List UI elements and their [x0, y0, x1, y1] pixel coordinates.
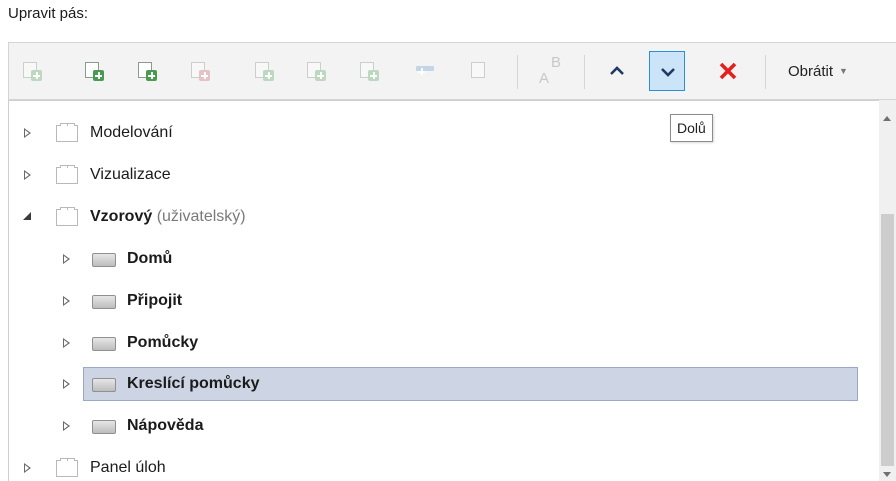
expand-arrow-icon[interactable] [63, 421, 70, 431]
chevron-up-icon [610, 66, 624, 75]
tree-item-label: Modelování [90, 124, 173, 141]
tree-item-modelovani[interactable]: Modelování [9, 116, 859, 150]
tab-type-suffix: (uživatelský) [156, 208, 246, 225]
move-down-button[interactable] [649, 51, 685, 91]
edit-ribbon-heading: Upravit pás: [8, 5, 89, 22]
expand-arrow-icon[interactable] [24, 463, 31, 473]
scroll-down-arrow-icon[interactable] [883, 472, 891, 477]
rename-icon-a: A [539, 70, 550, 87]
new-slide-panel-icon[interactable] [136, 60, 158, 82]
tab-icon [56, 165, 78, 184]
ribbon-tree: Modelování Vizualizace Vzorový (uživatel… [8, 100, 896, 481]
add-dropdown-icon[interactable] [414, 60, 436, 82]
tree-item-vizualizace[interactable]: Vizualizace [9, 158, 859, 192]
tree-item-panel-uloh[interactable]: Panel úloh [9, 451, 859, 481]
move-up-button[interactable] [599, 51, 635, 91]
tree-item-label: Nápověda [127, 417, 204, 434]
toolbar-separator [517, 55, 518, 89]
insert-image-icon[interactable] [189, 60, 211, 82]
ribbon-edit-toolbar: A B Obrátit ▼ [8, 42, 896, 100]
tree-item-label: Domů [127, 250, 173, 267]
tree-item-label: Kreslící pomůcky [127, 375, 260, 392]
tree-item-label: Připojit [127, 292, 183, 309]
tab-icon [56, 207, 78, 226]
tab-name: Vzorový [90, 208, 153, 225]
add-button-icon[interactable] [253, 60, 275, 82]
collapse-arrow-icon[interactable] [23, 212, 31, 220]
toolbar-separator [584, 55, 585, 89]
add-icon[interactable] [358, 60, 380, 82]
expand-arrow-icon[interactable] [63, 338, 70, 348]
tree-item-napoveda[interactable]: Nápověda [9, 409, 859, 443]
panel-icon [92, 420, 116, 434]
tree-item-pripojit[interactable]: Připojit [9, 284, 859, 318]
rename-icon[interactable]: A B [537, 53, 567, 89]
scrollbar-thumb[interactable] [881, 214, 894, 466]
tree-item-label: Pomůcky [127, 334, 199, 351]
close-x-icon [719, 62, 737, 80]
expand-arrow-icon[interactable] [63, 379, 70, 389]
tree-item-vzorovy[interactable]: Vzorový (uživatelský) [9, 200, 859, 234]
tab-icon [56, 458, 78, 477]
reverse-dropdown-button[interactable]: Obrátit ▼ [788, 60, 848, 83]
panel-icon [92, 337, 116, 351]
expand-arrow-icon[interactable] [24, 128, 31, 138]
caret-down-icon: ▼ [839, 66, 848, 76]
chevron-down-icon [661, 68, 675, 77]
tooltip: Dolů [670, 114, 713, 142]
delete-button[interactable] [710, 51, 746, 91]
rename-icon-b: B [551, 54, 562, 71]
expand-arrow-icon[interactable] [63, 296, 70, 306]
new-panel-icon[interactable] [83, 60, 105, 82]
new-tab-icon[interactable] [21, 60, 43, 82]
vertical-scrollbar[interactable] [879, 100, 896, 481]
scroll-up-arrow-icon[interactable] [883, 116, 891, 121]
panel-icon [92, 295, 116, 309]
reverse-dropdown-label: Obrátit [788, 63, 834, 80]
add-separator-icon[interactable] [305, 60, 327, 82]
tab-icon [56, 123, 78, 142]
toolbar-separator [765, 55, 766, 89]
add-checkbox-icon[interactable] [469, 60, 491, 82]
tree-item-pomucky[interactable]: Pomůcky [9, 326, 859, 360]
panel-icon [92, 378, 116, 392]
expand-arrow-icon[interactable] [24, 170, 31, 180]
tree-item-label: Panel úloh [90, 459, 166, 476]
tree-item-label: Vizualizace [90, 166, 171, 183]
tree-item-kreslici-pomucky[interactable]: Kreslící pomůcky [9, 367, 859, 401]
expand-arrow-icon[interactable] [63, 254, 70, 264]
panel-icon [92, 253, 116, 267]
tree-item-domu[interactable]: Domů [9, 242, 859, 276]
tree-item-label: Vzorový (uživatelský) [90, 206, 246, 228]
